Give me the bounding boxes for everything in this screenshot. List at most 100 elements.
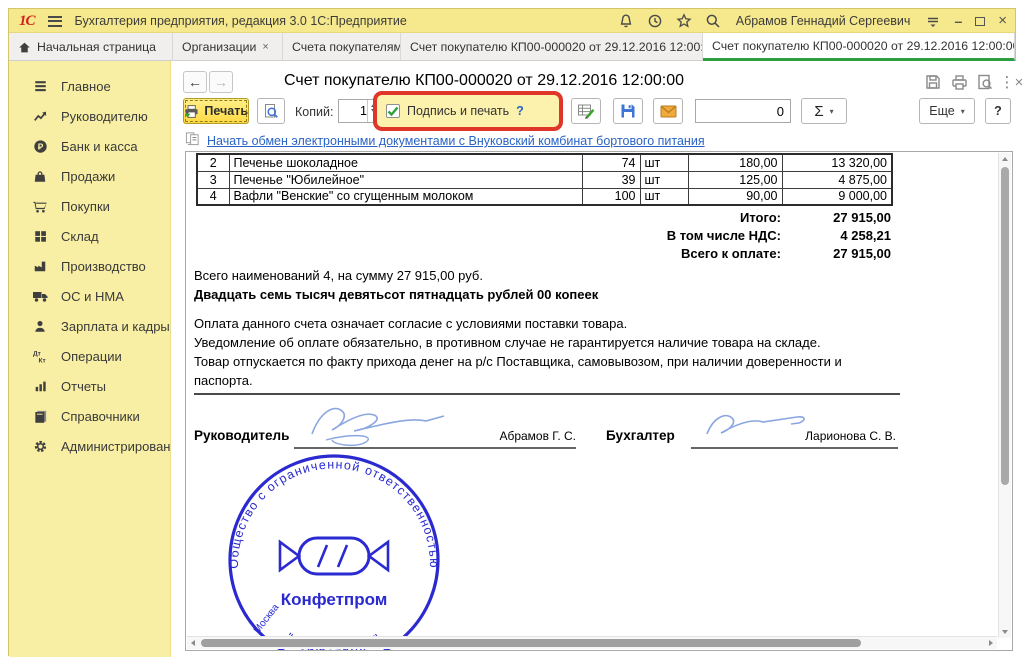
step-up-icon[interactable] bbox=[371, 103, 377, 107]
search-icon[interactable] bbox=[705, 13, 721, 29]
sidebar-item-bank-cash[interactable]: Р Банк и касса bbox=[9, 131, 170, 161]
tab-customer-invoices[interactable]: Счета покупателям × bbox=[283, 33, 401, 61]
scroll-up-icon[interactable] bbox=[1002, 157, 1008, 161]
stamp-company-name: Конфетпром bbox=[281, 590, 388, 609]
tab-label: Счет покупателю КП00-000020 от 29.12.201… bbox=[712, 39, 1015, 53]
main-menu-icon[interactable] bbox=[48, 13, 62, 29]
horizontal-scroll-thumb[interactable] bbox=[201, 639, 861, 647]
close-document-icon[interactable]: × bbox=[1009, 73, 1024, 91]
signature-divider bbox=[194, 393, 900, 395]
vertical-scrollbar[interactable] bbox=[998, 153, 1011, 638]
svg-text:Кт: Кт bbox=[38, 357, 45, 364]
help-button[interactable]: ? bbox=[985, 98, 1011, 124]
cell-num: 3 bbox=[197, 171, 229, 188]
favorites-star-icon[interactable] bbox=[676, 13, 692, 29]
sidebar-label: Продажи bbox=[61, 169, 115, 184]
sidebar-label: Справочники bbox=[61, 409, 140, 424]
toolbar: Печать Копий: Подпись и печать ? bbox=[171, 95, 1017, 127]
tab-home[interactable]: Начальная страница bbox=[9, 33, 173, 61]
back-button[interactable]: ← bbox=[183, 71, 207, 93]
horizontal-scrollbar[interactable] bbox=[187, 636, 997, 649]
table-row: 4 Вафли "Венские" со сгущенным молоком 1… bbox=[197, 188, 892, 205]
tab-invoice-print-form[interactable]: Счет покупателю КП00-000020 от 29.12.201… bbox=[703, 33, 1015, 61]
sign-label: Подпись и печать bbox=[407, 104, 509, 118]
envelope-icon bbox=[660, 105, 677, 118]
table-row: 2 Печенье шоколадное 74 шт 180,00 13 320… bbox=[197, 154, 892, 171]
sidebar: Главное Руководителю Р Банк и касса Прод… bbox=[9, 61, 171, 657]
accountant-role: Бухгалтер bbox=[606, 428, 675, 443]
sidebar-item-operations[interactable]: Дт Кт Операции bbox=[9, 341, 170, 371]
print-icon[interactable] bbox=[949, 73, 969, 91]
close-window-button[interactable]: × bbox=[998, 14, 1007, 28]
copies-label: Копий: bbox=[295, 105, 333, 119]
scroll-down-icon[interactable] bbox=[1002, 630, 1008, 634]
print-label: Печать bbox=[204, 104, 248, 118]
vat-value: 4 258,21 bbox=[741, 228, 891, 243]
shopping-cart-icon bbox=[31, 198, 49, 214]
cell-sum: 9 000,00 bbox=[782, 188, 892, 205]
print-button[interactable]: Печать bbox=[183, 98, 249, 124]
sign-help-link[interactable]: ? bbox=[516, 104, 524, 118]
tab-organizations[interactable]: Организации × bbox=[173, 33, 283, 61]
sidebar-item-payroll-hr[interactable]: Зарплата и кадры bbox=[9, 311, 170, 341]
close-tab-icon[interactable]: × bbox=[262, 41, 268, 53]
sidebar-label: Руководителю bbox=[61, 109, 148, 124]
sidebar-item-manager[interactable]: Руководителю bbox=[9, 101, 170, 131]
cell-unit: шт bbox=[640, 171, 688, 188]
minimize-button[interactable]: – bbox=[954, 16, 962, 26]
save-button[interactable] bbox=[613, 98, 643, 124]
scroll-left-icon[interactable] bbox=[191, 640, 195, 646]
maximize-button[interactable] bbox=[975, 17, 985, 26]
sum-function-button[interactable]: Σ ▾ bbox=[801, 98, 847, 124]
print-preview-button[interactable] bbox=[257, 98, 285, 124]
more-label: Еще bbox=[929, 104, 954, 118]
sidebar-label: Отчеты bbox=[61, 379, 106, 394]
sidebar-item-fixed-assets[interactable]: ОС и НМА bbox=[9, 281, 170, 311]
payable-label: Всего к оплате: bbox=[486, 246, 781, 261]
tab-invoice-document[interactable]: Счет покупателю КП00-000020 от 29.12.201… bbox=[401, 33, 703, 61]
step-down-icon[interactable] bbox=[371, 109, 377, 113]
notifications-bell-icon[interactable] bbox=[618, 13, 634, 29]
history-icon[interactable] bbox=[647, 13, 663, 29]
scroll-right-icon[interactable] bbox=[989, 640, 993, 646]
screen: 1С Бухгалтерия предприятия, редакция 3.0… bbox=[0, 0, 1024, 664]
create-based-on-button[interactable] bbox=[571, 98, 601, 124]
sidebar-item-sales[interactable]: Продажи bbox=[9, 161, 170, 191]
save-icon[interactable] bbox=[923, 73, 943, 91]
sidebar-item-main[interactable]: Главное bbox=[9, 71, 170, 101]
shopping-bag-icon bbox=[31, 168, 49, 184]
invoice-items-table: 2 Печенье шоколадное 74 шт 180,00 13 320… bbox=[196, 153, 893, 206]
main-section-icon bbox=[31, 78, 49, 94]
sign-and-stamp-option[interactable]: Подпись и печать ? bbox=[377, 95, 559, 127]
vertical-scroll-thumb[interactable] bbox=[1001, 167, 1009, 485]
sidebar-item-purchases[interactable]: Покупки bbox=[9, 191, 170, 221]
copies-input[interactable] bbox=[339, 100, 367, 122]
page-magnifier-icon bbox=[263, 103, 279, 119]
send-email-button[interactable] bbox=[653, 98, 683, 124]
sidebar-item-production[interactable]: Производство bbox=[9, 251, 170, 281]
caret-down-icon: ▾ bbox=[961, 107, 965, 116]
sidebar-item-administration[interactable]: Администрирование bbox=[9, 431, 170, 461]
cell-unit: шт bbox=[640, 188, 688, 205]
sidebar-item-warehouse[interactable]: Склад bbox=[9, 221, 170, 251]
amount-field[interactable] bbox=[695, 99, 791, 123]
ruble-circle-icon: Р bbox=[31, 138, 49, 154]
terms-line: Товар отпускается по факту прихода денег… bbox=[194, 352, 886, 390]
amount-in-words: Двадцать семь тысяч девятьсот пятнадцать… bbox=[194, 287, 598, 302]
sidebar-item-reports[interactable]: Отчеты bbox=[9, 371, 170, 401]
total-value: 27 915,00 bbox=[741, 210, 891, 225]
cell-qty: 39 bbox=[582, 171, 640, 188]
sign-checkbox[interactable] bbox=[386, 104, 400, 118]
forward-button[interactable]: → bbox=[209, 71, 233, 93]
copies-stepper[interactable] bbox=[338, 99, 380, 123]
service-menu-icon[interactable] bbox=[925, 13, 941, 29]
current-user[interactable]: Абрамов Геннадий Сергеевич bbox=[736, 14, 911, 28]
titlebar: 1С Бухгалтерия предприятия, редакция 3.0… bbox=[9, 9, 1015, 33]
trend-chart-icon bbox=[31, 108, 49, 124]
more-actions-button[interactable]: Еще ▾ bbox=[919, 98, 975, 124]
sidebar-item-references[interactable]: Справочники bbox=[9, 401, 170, 431]
preview-icon[interactable] bbox=[975, 73, 995, 91]
person-icon bbox=[31, 318, 49, 334]
printer-icon bbox=[184, 104, 199, 119]
edi-start-link[interactable]: Начать обмен электронными документами с … bbox=[207, 134, 705, 148]
